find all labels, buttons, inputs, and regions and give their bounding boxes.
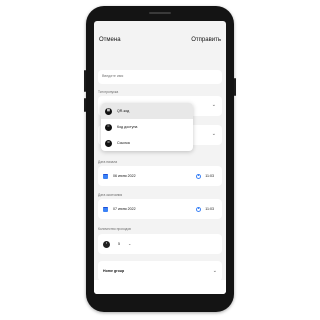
pass-icon: ▪ [103, 240, 110, 248]
calendar-icon[interactable] [103, 206, 108, 212]
name-field[interactable] [98, 70, 222, 84]
option-access-code[interactable]: ⠿ Код доступа [101, 119, 193, 135]
chevron-down-icon[interactable]: ⌄ [128, 242, 131, 246]
calendar-icon[interactable] [103, 173, 108, 179]
speaker-grille [149, 12, 171, 14]
option-link[interactable]: ∞ Ссылка [101, 135, 193, 151]
chevron-down-icon: ⌄ [212, 267, 217, 274]
home-group-card[interactable]: Home group ⌄ [98, 261, 222, 281]
app-screen: Отмена Отправить Тип пропуска ⌄ ⌄ Дата н… [94, 21, 226, 294]
option-label: QR-код [117, 109, 130, 113]
qr-code-icon: ▦ [105, 107, 112, 115]
start-date-caption: Дата начала [98, 160, 118, 164]
link-icon: ∞ [105, 139, 112, 147]
name-input[interactable] [102, 74, 202, 78]
start-date-card: 06 июня 2022 11:03 [98, 166, 222, 186]
end-date-card: 07 июня 2022 11:03 [98, 199, 222, 219]
send-button[interactable]: Отправить [191, 37, 221, 43]
pass-type-dropdown: ▦ QR-код ⠿ Код доступа ∞ Ссылка [101, 103, 193, 151]
bottom-bar [94, 280, 226, 294]
option-label: Код доступа [117, 125, 138, 129]
option-qr-code[interactable]: ▦ QR-код [101, 103, 193, 119]
passes-card: ▪ 5 ⌄ [98, 234, 222, 254]
home-group-label: Home group [103, 269, 125, 273]
keypad-icon: ⠿ [105, 123, 112, 131]
bixby-button [84, 98, 86, 112]
start-date-value[interactable]: 06 июня 2022 [113, 174, 136, 178]
clock-icon[interactable] [196, 173, 202, 179]
power-button [234, 78, 236, 96]
start-time-value[interactable]: 11:03 [205, 174, 214, 178]
chevron-down-icon: ⌄ [211, 131, 216, 137]
pass-type-caption: Тип пропуска [98, 90, 119, 94]
volume-button [84, 70, 86, 92]
app-header: Отмена Отправить [94, 21, 226, 47]
phone-frame: Отмена Отправить Тип пропуска ⌄ ⌄ Дата н… [84, 6, 236, 312]
clock-icon[interactable] [196, 206, 202, 212]
end-date-caption: Дата окончания [98, 193, 123, 197]
end-date-value[interactable]: 07 июня 2022 [113, 207, 136, 211]
option-label: Ссылка [117, 141, 130, 145]
cancel-button[interactable]: Отмена [99, 37, 121, 43]
end-time-value[interactable]: 11:03 [205, 207, 214, 211]
passes-count[interactable]: 5 [118, 242, 120, 246]
passes-caption: Количество проходов [98, 227, 131, 231]
chevron-down-icon: ⌄ [211, 102, 216, 108]
